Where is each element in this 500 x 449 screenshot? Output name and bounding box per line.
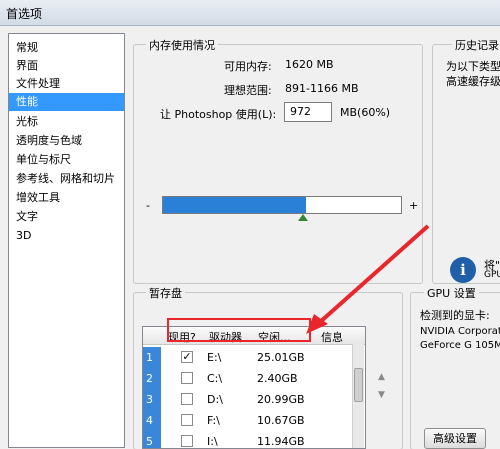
- annotation-arrow-line: [318, 224, 430, 324]
- highlight-box: [167, 318, 311, 342]
- annotation-overlay: [167, 224, 430, 342]
